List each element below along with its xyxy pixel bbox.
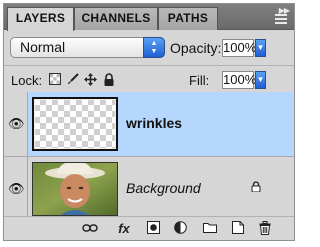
- panel-tab-bar: LAYERS CHANNELS PATHS ▶▶: [4, 4, 294, 31]
- layer-row-background[interactable]: 👁 Background: [4, 157, 294, 221]
- layers-bottom-toolbar: fx: [4, 216, 294, 240]
- layer-mask-icon[interactable]: [145, 221, 161, 236]
- eye-icon: 👁: [8, 181, 25, 196]
- tab-channels[interactable]: CHANNELS: [74, 7, 158, 30]
- layer-name[interactable]: wrinkles: [126, 115, 182, 131]
- lock-fill-row: Lock: Fill: 100% ▼: [4, 66, 294, 94]
- fill-value: 100%: [223, 72, 257, 87]
- fx-icon[interactable]: fx: [116, 221, 132, 236]
- fill-dropdown-icon[interactable]: ▼: [255, 71, 266, 89]
- layer-thumbnail-transparent[interactable]: [32, 97, 118, 151]
- fill-label: Fill:: [189, 73, 210, 88]
- lock-icon: [251, 181, 261, 195]
- opacity-label: Opacity:: [170, 40, 222, 56]
- lock-transparent-pixels-icon[interactable]: [48, 73, 61, 86]
- opacity-value: 100%: [223, 40, 257, 55]
- tab-paths-label: PATHS: [167, 11, 209, 25]
- lock-all-icon[interactable]: [102, 73, 115, 86]
- new-layer-icon[interactable]: [230, 221, 246, 236]
- lock-image-pixels-icon[interactable]: [66, 73, 79, 86]
- lock-label: Lock:: [11, 73, 43, 88]
- select-arrows-icon[interactable]: ▲ ▼: [143, 37, 165, 58]
- new-group-icon[interactable]: [202, 221, 218, 236]
- link-layers-icon[interactable]: [82, 221, 98, 236]
- layer-name[interactable]: Background: [126, 180, 201, 196]
- opacity-field[interactable]: 100%: [222, 39, 257, 57]
- visibility-toggle[interactable]: 👁: [4, 92, 28, 156]
- tab-layers[interactable]: LAYERS: [7, 7, 74, 31]
- tab-paths[interactable]: PATHS: [158, 7, 218, 30]
- fill-field[interactable]: 100%: [222, 71, 257, 89]
- eye-icon: 👁: [8, 116, 25, 131]
- layer-row-wrinkles[interactable]: 👁 wrinkles: [4, 92, 294, 156]
- blend-opacity-row: Normal ▲ ▼ Opacity: 100% ▼: [4, 34, 294, 64]
- blend-mode-select[interactable]: Normal ▲ ▼: [10, 37, 165, 58]
- trash-icon[interactable]: [257, 221, 273, 236]
- opacity-dropdown-icon[interactable]: ▼: [255, 39, 266, 57]
- panel-menu-icon[interactable]: [275, 14, 287, 24]
- layers-panel: LAYERS CHANNELS PATHS ▶▶ Normal ▲ ▼ Opaci…: [3, 3, 295, 241]
- layer-thumbnail-photo[interactable]: [32, 162, 118, 216]
- tab-channels-label: CHANNELS: [81, 11, 151, 25]
- adjustment-layer-icon[interactable]: [172, 221, 188, 236]
- fx-label: fx: [118, 221, 130, 236]
- lock-position-icon[interactable]: [84, 73, 97, 86]
- visibility-toggle[interactable]: 👁: [4, 157, 28, 221]
- tab-layers-label: LAYERS: [15, 11, 66, 25]
- blend-mode-value: Normal: [20, 39, 66, 55]
